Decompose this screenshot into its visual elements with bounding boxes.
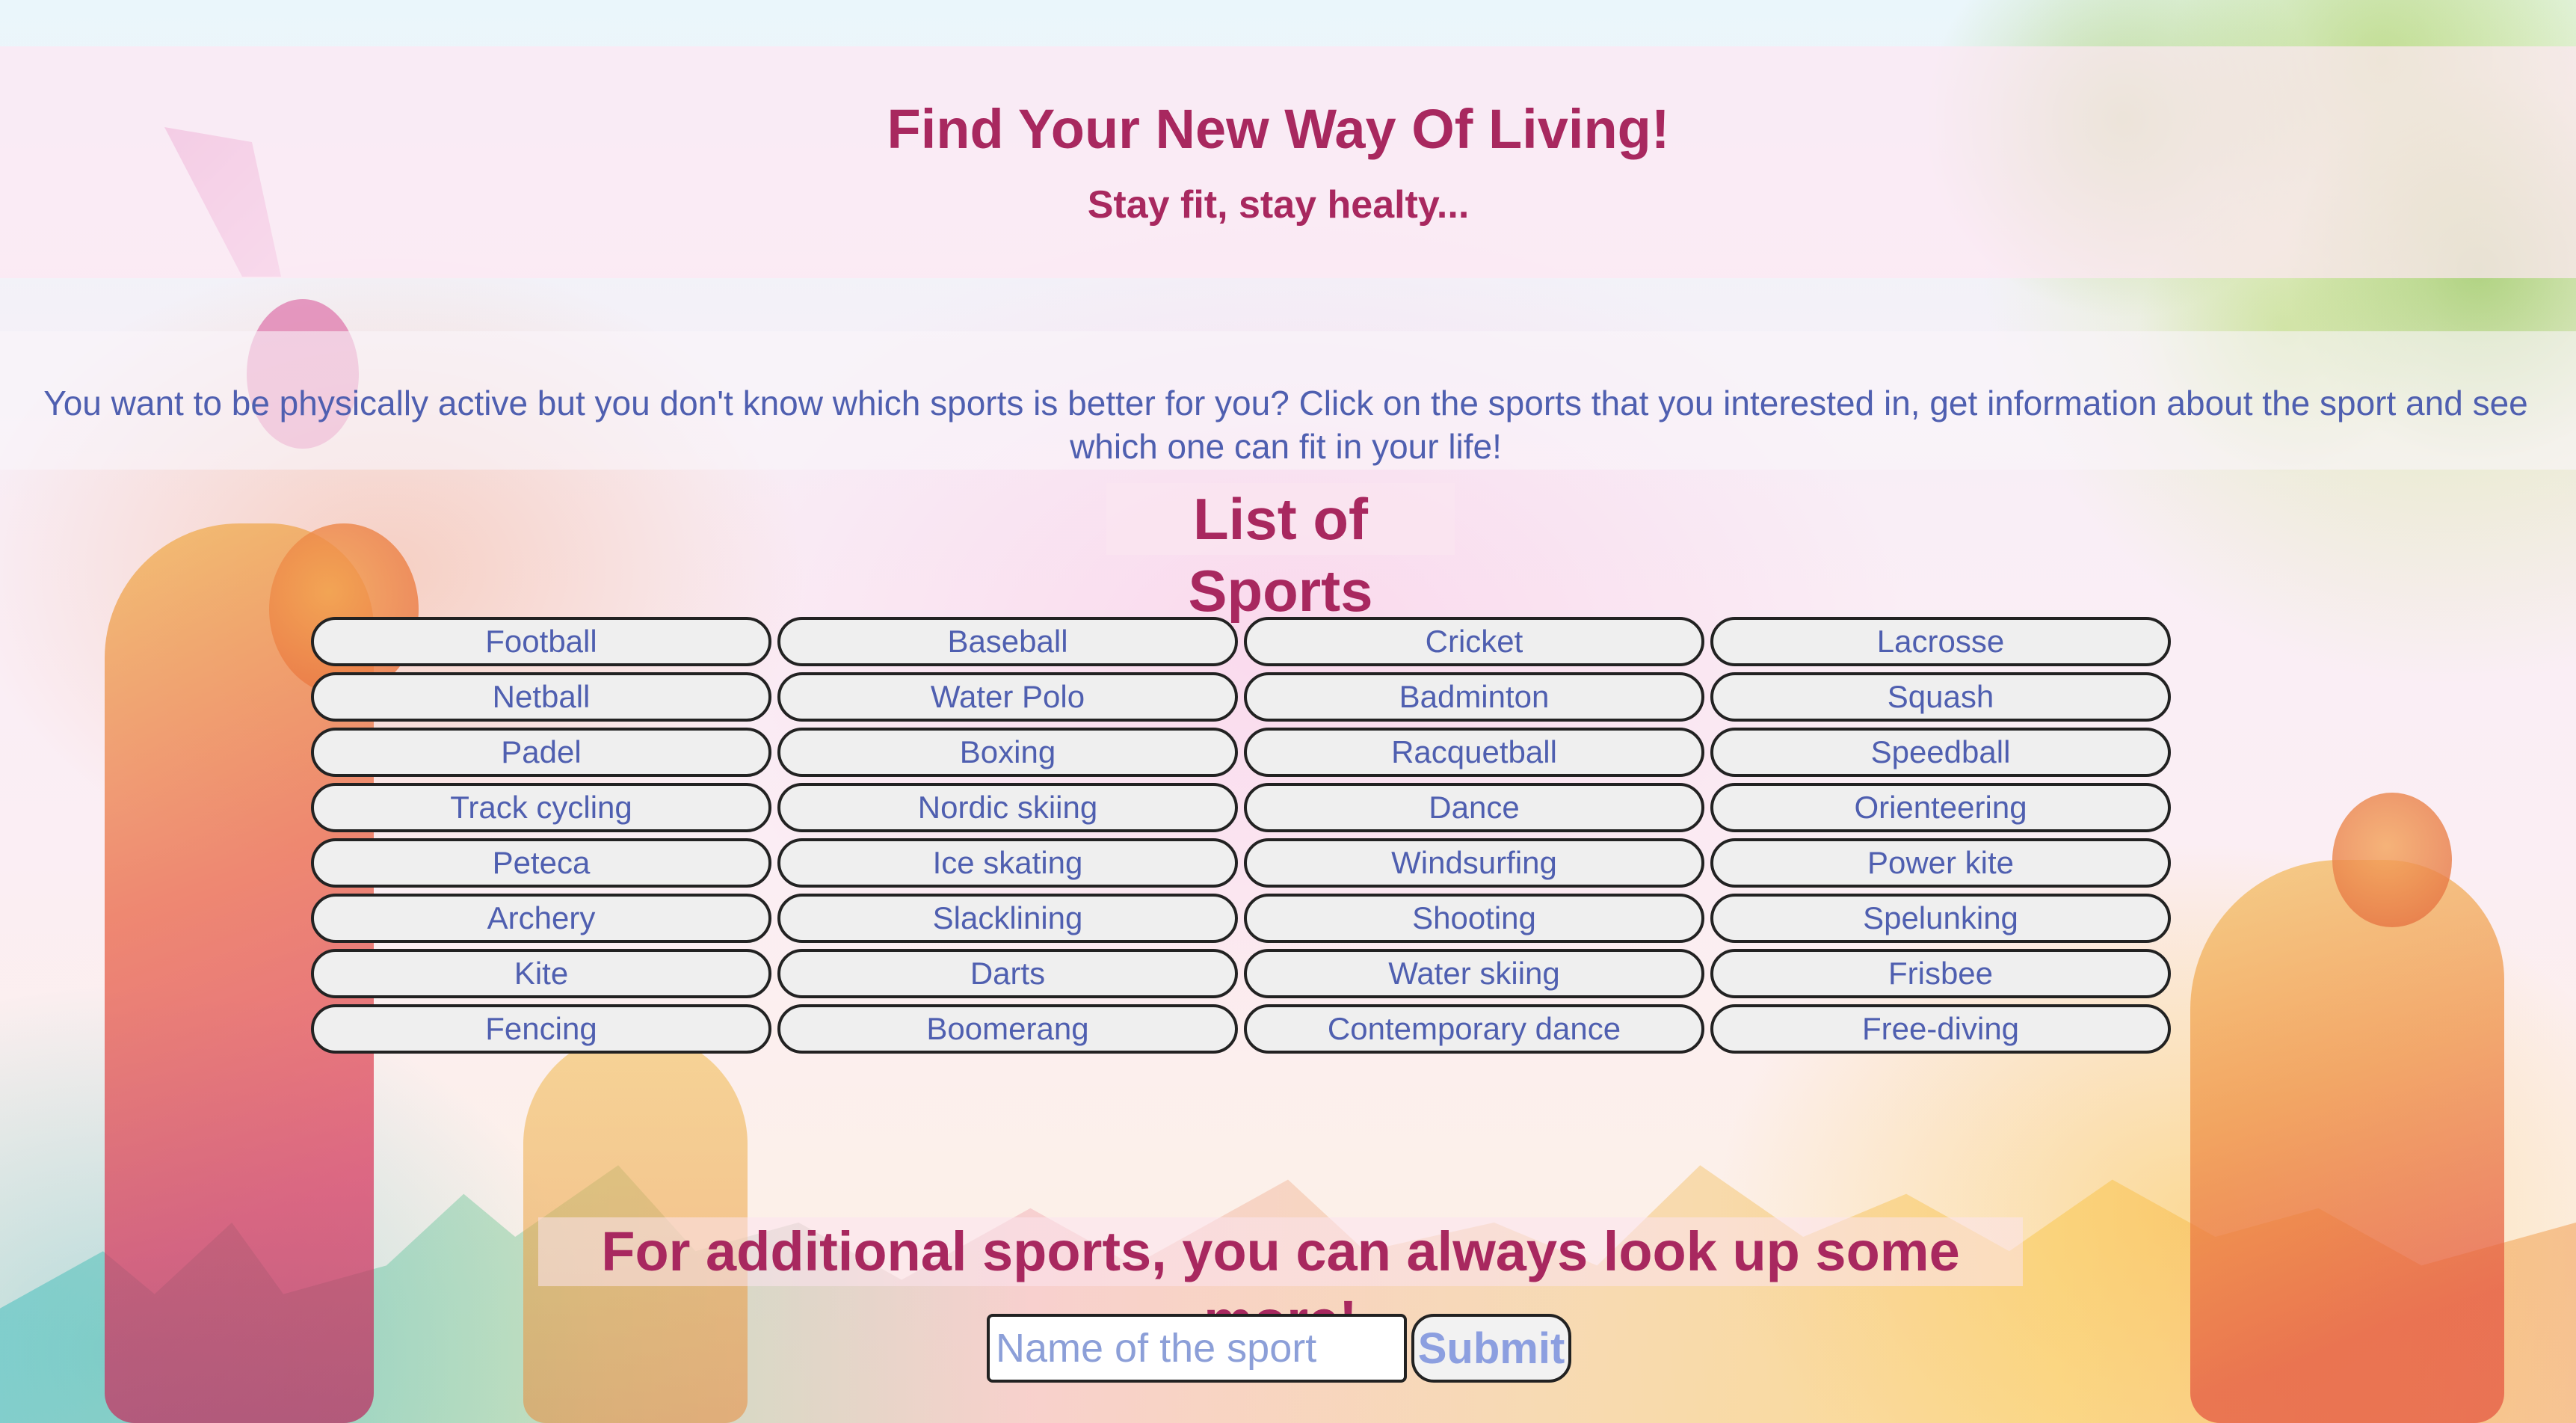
header-band [0, 46, 2576, 278]
sport-button-speedball[interactable]: Speedball [1710, 728, 2171, 777]
sport-button-boxing[interactable]: Boxing [777, 728, 1238, 777]
sport-button-archery[interactable]: Archery [311, 894, 771, 943]
sport-button-racquetball[interactable]: Racquetball [1244, 728, 1704, 777]
sport-button-kite[interactable]: Kite [311, 949, 771, 998]
sports-grid: Football Baseball Cricket Lacrosse Netba… [311, 617, 2171, 1054]
sport-button-cricket[interactable]: Cricket [1244, 617, 1704, 666]
sport-button-nordic-skiing[interactable]: Nordic skiing [777, 783, 1238, 832]
sport-button-frisbee[interactable]: Frisbee [1710, 949, 2171, 998]
additional-sports-heading: For additional sports, you can always lo… [538, 1217, 2023, 1351]
sport-button-peteca[interactable]: Peteca [311, 838, 771, 888]
sport-button-shooting[interactable]: Shooting [1244, 894, 1704, 943]
sport-button-ice-skating[interactable]: Ice skating [777, 838, 1238, 888]
sport-button-baseball[interactable]: Baseball [777, 617, 1238, 666]
sport-button-track-cycling[interactable]: Track cycling [311, 783, 771, 832]
sport-button-lacrosse[interactable]: Lacrosse [1710, 617, 2171, 666]
sport-button-spelunking[interactable]: Spelunking [1710, 894, 2171, 943]
sport-button-fencing[interactable]: Fencing [311, 1004, 771, 1054]
sport-button-contemporary-dance[interactable]: Contemporary dance [1244, 1004, 1704, 1054]
submit-button[interactable]: Submit [1411, 1314, 1571, 1383]
sport-button-water-skiing[interactable]: Water skiing [1244, 949, 1704, 998]
sport-button-boomerang[interactable]: Boomerang [777, 1004, 1238, 1054]
runner-illustration [2190, 860, 2504, 1423]
sport-button-water-polo[interactable]: Water Polo [777, 672, 1238, 722]
page-title: Find Your New Way Of Living! [887, 98, 1670, 160]
sport-button-padel[interactable]: Padel [311, 728, 771, 777]
sport-button-slacklining[interactable]: Slacklining [777, 894, 1238, 943]
sport-name-input[interactable] [987, 1314, 1407, 1383]
sport-button-windsurfing[interactable]: Windsurfing [1244, 838, 1704, 888]
sport-button-football[interactable]: Football [311, 617, 771, 666]
sport-button-power-kite[interactable]: Power kite [1710, 838, 2171, 888]
sport-button-dance[interactable]: Dance [1244, 783, 1704, 832]
sport-button-orienteering[interactable]: Orienteering [1710, 783, 2171, 832]
sport-button-squash[interactable]: Squash [1710, 672, 2171, 722]
sports-list-title: List of Sports [1106, 483, 1455, 624]
sport-button-darts[interactable]: Darts [777, 949, 1238, 998]
sport-button-free-diving[interactable]: Free-diving [1710, 1004, 2171, 1054]
sport-button-badminton[interactable]: Badminton [1244, 672, 1704, 722]
intro-text: You want to be physically active but you… [43, 384, 2528, 466]
runner-head-illustration [2332, 793, 2452, 927]
sport-button-netball[interactable]: Netball [311, 672, 771, 722]
page-subtitle: Stay fit, stay healty... [1087, 183, 1470, 227]
